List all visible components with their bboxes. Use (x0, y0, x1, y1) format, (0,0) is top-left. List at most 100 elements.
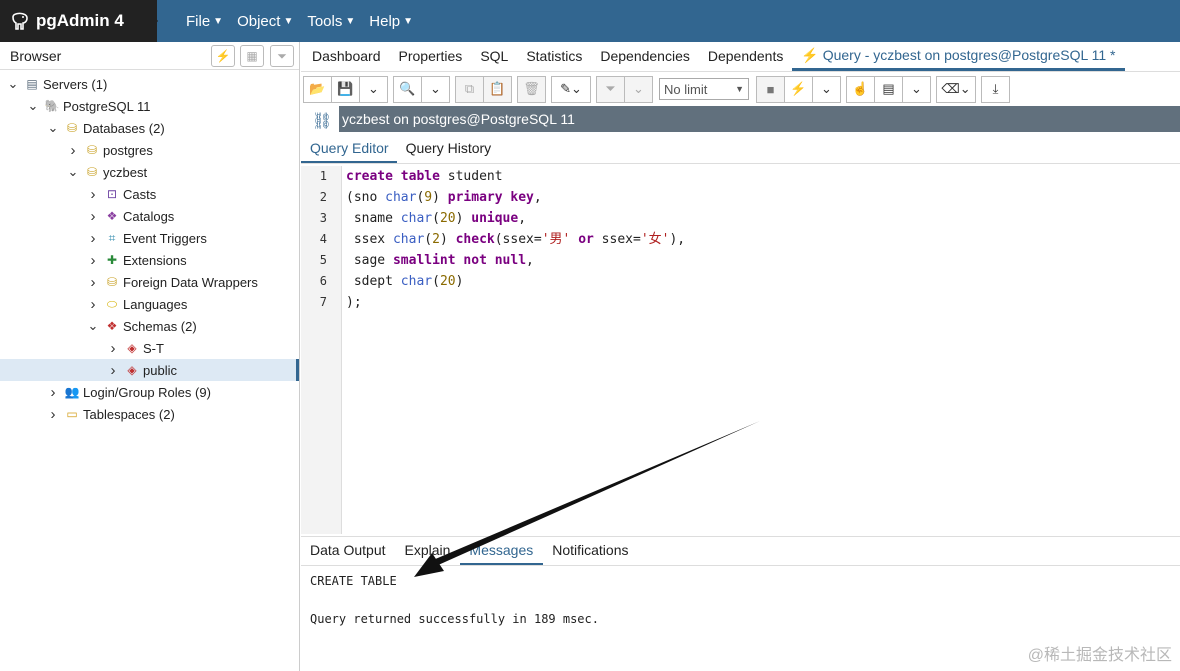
menu-file[interactable]: File ▼ (186, 13, 223, 30)
tree-node[interactable]: › 👥 Login/Group Roles (9) (0, 381, 299, 403)
tab-properties[interactable]: Properties (390, 48, 472, 71)
menu-object[interactable]: Object ▼ (237, 13, 293, 30)
chevron-down-icon[interactable]: ⌄ (86, 318, 100, 334)
tree-node[interactable]: › ▭ Tablespaces (2) (0, 403, 299, 425)
execute-options-dropdown[interactable]: ⌄ (812, 75, 841, 103)
main-panel: Dashboard Properties SQL Statistics Depe… (301, 42, 1180, 671)
connection-status-bar[interactable]: yczbest on postgres@PostgreSQL 11 (339, 106, 1180, 132)
edit-options-dropdown[interactable]: ✎⌄ (551, 75, 591, 103)
tree-node[interactable]: › ◈ public (0, 359, 299, 381)
tab-query[interactable]: ⚡ Query - yczbest on postgres@PostgreSQL… (792, 47, 1125, 71)
tree-node[interactable]: ⌄ ⛁ yczbest (0, 161, 299, 183)
tab-dependencies[interactable]: Dependencies (591, 48, 699, 71)
menu-tools[interactable]: Tools ▼ (307, 13, 355, 30)
database-icon: ⛁ (86, 165, 98, 179)
save-options-dropdown[interactable]: ⌄ (359, 75, 388, 103)
tab-notifications[interactable]: Notifications (543, 542, 638, 565)
copy-button[interactable]: ⧉ (455, 75, 484, 103)
tree-node[interactable]: ⌄ ⛁ Databases (2) (0, 117, 299, 139)
tab-dashboard[interactable]: Dashboard (303, 48, 390, 71)
tab-data-output[interactable]: Data Output (301, 542, 396, 565)
sql-editor[interactable]: 1 2 3 4 5 6 7 create table student (sno char(9)… (301, 166, 1180, 534)
macros-button[interactable]: ▤ (874, 75, 903, 103)
open-file-button[interactable]: 📂 (303, 75, 332, 103)
chevron-right-icon[interactable]: › (86, 208, 100, 225)
tab-dependents[interactable]: Dependents (699, 48, 793, 71)
delete-row-button[interactable]: 🗑 (517, 75, 546, 103)
chevron-down-icon[interactable]: ⌄ (66, 164, 80, 180)
connection-link-icon[interactable]: ⛓ (312, 111, 332, 131)
tab-messages[interactable]: Messages (460, 542, 544, 565)
code-line[interactable]: ); (346, 292, 685, 313)
chevron-down-icon: ⌄ (368, 81, 379, 96)
execute-button[interactable]: ⚡ (784, 75, 813, 103)
tab-explain[interactable]: Explain (396, 542, 461, 565)
download-csv-button[interactable]: ⤓ (981, 75, 1010, 103)
tree-node[interactable]: › ⊡ Casts (0, 183, 299, 205)
tab-query-editor[interactable]: Query Editor (301, 140, 397, 163)
save-file-button[interactable]: 💾 (331, 75, 360, 103)
tree-node-label: Servers (1) (43, 76, 108, 92)
tree-node[interactable]: ⌄ 🐘 PostgreSQL 11 (0, 95, 299, 117)
code-line[interactable]: sage smallint not null, (346, 250, 685, 271)
chevron-right-icon[interactable]: › (86, 186, 100, 203)
tree-node[interactable]: › ⬭ Languages (0, 293, 299, 315)
paste-icon: 📋 (489, 81, 506, 96)
tree-node-label: Extensions (123, 252, 187, 268)
line-number: 5 (319, 253, 327, 267)
tree-node[interactable]: › ◈ S-T (0, 337, 299, 359)
chevron-right-icon[interactable]: › (86, 252, 100, 269)
chevron-down-icon[interactable]: ⌄ (46, 120, 60, 136)
tab-sql[interactable]: SQL (471, 48, 517, 71)
code-line[interactable]: ssex char(2) check(ssex='男' or ssex='女')… (346, 229, 685, 250)
chevron-right-icon[interactable]: › (46, 406, 60, 423)
folder-open-icon: 📂 (309, 81, 326, 96)
sql-code[interactable]: create table student (sno char(9) primary… (346, 166, 685, 313)
tree-node[interactable]: ⌄ ❖ Schemas (2) (0, 315, 299, 337)
top-navbar: pgAdmin 4 File ▼ Object ▼ Tools ▼ Help ▼ (0, 0, 1180, 42)
app-brand[interactable]: pgAdmin 4 (0, 0, 157, 42)
code-line[interactable]: create table student (346, 166, 685, 187)
commit-button[interactable]: ☝ (846, 75, 875, 103)
macros-dropdown[interactable]: ⌄ (902, 75, 931, 103)
query-tool-button[interactable]: ⚡ (211, 45, 235, 67)
view-data-button[interactable]: ▦ (240, 45, 264, 67)
tree-node[interactable]: › ⛁ Foreign Data Wrappers (0, 271, 299, 293)
tree-node[interactable]: › ⌗ Event Triggers (0, 227, 299, 249)
chevron-right-icon[interactable]: › (86, 230, 100, 247)
schema-icon: ◈ (127, 363, 137, 377)
query-editor-tabs: Query Editor Query History (301, 134, 1180, 164)
clear-options-dropdown[interactable]: ⌫⌄ (936, 75, 976, 103)
find-options-dropdown[interactable]: ⌄ (421, 75, 450, 103)
tab-statistics[interactable]: Statistics (517, 48, 591, 71)
filter-rows-button[interactable]: ⏷ (270, 45, 294, 67)
stop-button[interactable]: ■ (756, 75, 785, 103)
watermark: @稀土掘金技术社区 (1027, 647, 1172, 664)
code-line[interactable]: sname char(20) unique, (346, 208, 685, 229)
tab-query-history[interactable]: Query History (397, 140, 500, 163)
tree-node[interactable]: › ⛁ postgres (0, 139, 299, 161)
code-line[interactable]: (sno char(9) primary key, (346, 187, 685, 208)
tree-node[interactable]: › ✚ Extensions (0, 249, 299, 271)
menu-help[interactable]: Help ▼ (369, 13, 413, 30)
paste-button[interactable]: 📋 (483, 75, 512, 103)
chevron-right-icon[interactable]: › (106, 340, 120, 357)
filter-options-dropdown[interactable]: ⌄ (624, 75, 653, 103)
chevron-down-icon[interactable]: ⌄ (6, 76, 20, 92)
tree-node-label: postgres (103, 142, 153, 158)
chevron-right-icon[interactable]: › (86, 274, 100, 291)
filter-button[interactable]: ⏷ (596, 75, 625, 103)
chevron-right-icon[interactable]: › (66, 142, 80, 159)
connection-label: yczbest on postgres@PostgreSQL 11 (342, 111, 575, 127)
find-button[interactable]: 🔍 (393, 75, 422, 103)
chevron-right-icon[interactable]: › (86, 296, 100, 313)
filter-icon: ⏷ (277, 48, 287, 63)
chevron-right-icon[interactable]: › (46, 384, 60, 401)
line-number: 6 (319, 274, 327, 288)
chevron-down-icon[interactable]: ⌄ (26, 98, 40, 114)
tree-node[interactable]: ⌄ ▤ Servers (1) (0, 73, 299, 95)
code-line[interactable]: sdept char(20) (346, 271, 685, 292)
chevron-right-icon[interactable]: › (106, 362, 120, 379)
tree-node[interactable]: › ❖ Catalogs (0, 205, 299, 227)
row-limit-select[interactable]: No limit ▼ (659, 78, 749, 100)
